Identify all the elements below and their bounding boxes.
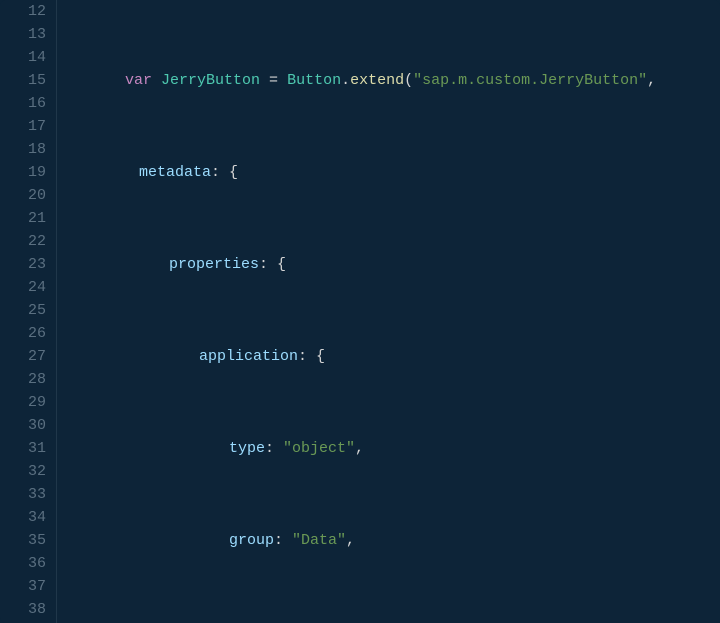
code-line: var JerryButton = Button.extend("sap.m.c…	[67, 69, 656, 92]
code-line: application: {	[67, 345, 656, 368]
line-number: 19	[0, 161, 46, 184]
line-number: 27	[0, 345, 46, 368]
line-number: 31	[0, 437, 46, 460]
line-number: 36	[0, 552, 46, 575]
line-number: 25	[0, 299, 46, 322]
code-line: group: "Data",	[67, 529, 656, 552]
line-number-gutter: 12 13 14 15 16 17 18 19 20 21 22 23 24 2…	[0, 0, 57, 623]
line-number: 12	[0, 0, 46, 23]
line-number: 35	[0, 529, 46, 552]
line-number: 17	[0, 115, 46, 138]
line-number: 13	[0, 23, 46, 46]
line-number: 38	[0, 598, 46, 621]
line-number: 26	[0, 322, 46, 345]
line-number: 30	[0, 414, 46, 437]
line-number: 37	[0, 575, 46, 598]
code-line: properties: {	[67, 253, 656, 276]
line-number: 29	[0, 391, 46, 414]
line-number: 34	[0, 506, 46, 529]
line-number: 16	[0, 92, 46, 115]
code-line: type: "object",	[67, 437, 656, 460]
line-number: 28	[0, 368, 46, 391]
line-number: 21	[0, 207, 46, 230]
line-number: 15	[0, 69, 46, 92]
line-number: 14	[0, 46, 46, 69]
line-number: 20	[0, 184, 46, 207]
code-editor: 12 13 14 15 16 17 18 19 20 21 22 23 24 2…	[0, 0, 720, 623]
line-number: 18	[0, 138, 46, 161]
code-area[interactable]: var JerryButton = Button.extend("sap.m.c…	[57, 0, 656, 623]
line-number: 32	[0, 460, 46, 483]
line-number: 24	[0, 276, 46, 299]
line-number: 22	[0, 230, 46, 253]
line-number: 23	[0, 253, 46, 276]
code-line: metadata: {	[67, 161, 656, 184]
line-number: 33	[0, 483, 46, 506]
